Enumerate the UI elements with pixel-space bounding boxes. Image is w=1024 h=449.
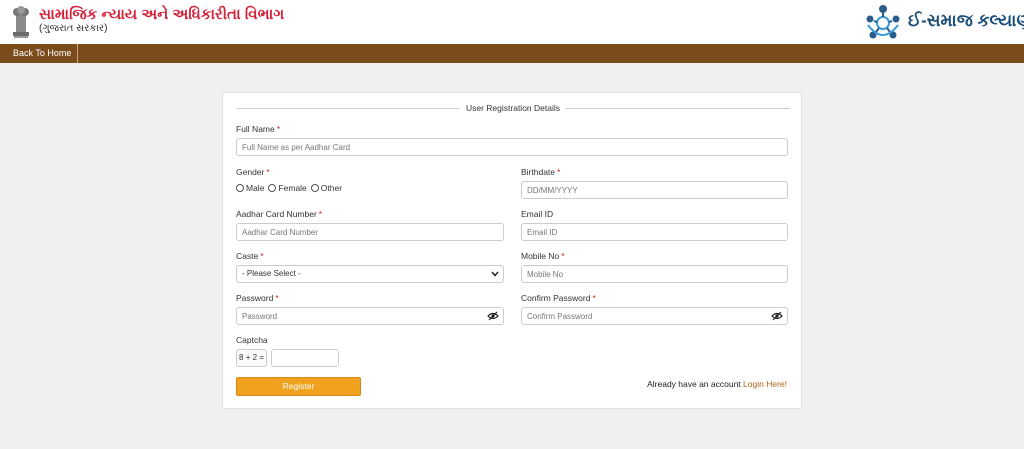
- captcha-label: Captcha: [236, 335, 268, 345]
- already-account-text: Already have an account Login Here!: [647, 379, 787, 389]
- password-input[interactable]: [242, 308, 464, 324]
- site-header: સામાજિક ન્યાય અને અધિકારીતા વિભાગ (ગુજરા…: [0, 0, 1024, 44]
- department-title: સામાજિક ન્યાય અને અધિકારીતા વિભાગ: [39, 6, 285, 23]
- gender-options: Male Female Other: [236, 183, 346, 193]
- birthdate-label: Birthdate *: [521, 167, 561, 177]
- full-name-input[interactable]: [242, 139, 706, 155]
- department-subtitle: (ગુજરાત સરકાર): [39, 23, 108, 34]
- captcha-input[interactable]: [271, 349, 339, 367]
- gender-radio-female[interactable]: Female: [268, 183, 307, 193]
- e-samaj-kalyan-logo-icon: [866, 5, 900, 39]
- back-to-home-link[interactable]: Back To Home: [0, 44, 79, 63]
- caste-select[interactable]: - Please Select -: [236, 265, 504, 283]
- chevron-down-icon: [491, 271, 499, 277]
- register-button[interactable]: Register: [236, 377, 361, 396]
- form-legend: User Registration Details: [223, 103, 803, 113]
- confirm-password-label: Confirm Password *: [521, 293, 596, 303]
- radio-icon[interactable]: [236, 184, 244, 192]
- state-emblem-icon: [13, 6, 29, 38]
- password-field[interactable]: [236, 307, 504, 325]
- caste-label: Caste *: [236, 251, 264, 261]
- mobile-field[interactable]: [521, 265, 788, 283]
- login-here-link[interactable]: Login Here!: [743, 379, 787, 389]
- full-name-field[interactable]: [236, 138, 788, 156]
- email-label: Email ID: [521, 209, 554, 219]
- gender-radio-other[interactable]: Other: [310, 183, 342, 193]
- gender-label: Gender *: [236, 167, 270, 177]
- aadhar-label: Aadhar Card Number *: [236, 209, 323, 219]
- full-name-label: Full Name *: [236, 124, 281, 134]
- birthdate-field[interactable]: [521, 181, 788, 199]
- radio-icon[interactable]: [310, 184, 319, 192]
- brand-title: ઈ-સમાજ કલ્યાણ: [908, 11, 1024, 30]
- birthdate-input[interactable]: [527, 182, 748, 198]
- caste-selected-value: - Please Select -: [242, 269, 301, 278]
- eye-slash-icon[interactable]: [487, 311, 499, 321]
- radio-icon[interactable]: [268, 184, 277, 192]
- aadhar-input[interactable]: [242, 224, 464, 240]
- mobile-label: Mobile No *: [521, 251, 565, 261]
- email-field[interactable]: [521, 223, 788, 241]
- gender-radio-male[interactable]: Male: [236, 183, 264, 193]
- mobile-input[interactable]: [527, 266, 748, 282]
- password-label: Password *: [236, 293, 279, 303]
- aadhar-field[interactable]: [236, 223, 504, 241]
- eye-slash-icon[interactable]: [771, 311, 783, 321]
- captcha-question: 8 + 2 =: [236, 349, 267, 367]
- top-navbar: Back To Home: [0, 44, 1024, 63]
- registration-card: User Registration Details Full Name* Gen…: [222, 92, 802, 409]
- email-input[interactable]: [527, 224, 748, 240]
- confirm-password-field[interactable]: [521, 307, 788, 325]
- confirm-password-input[interactable]: [527, 308, 748, 324]
